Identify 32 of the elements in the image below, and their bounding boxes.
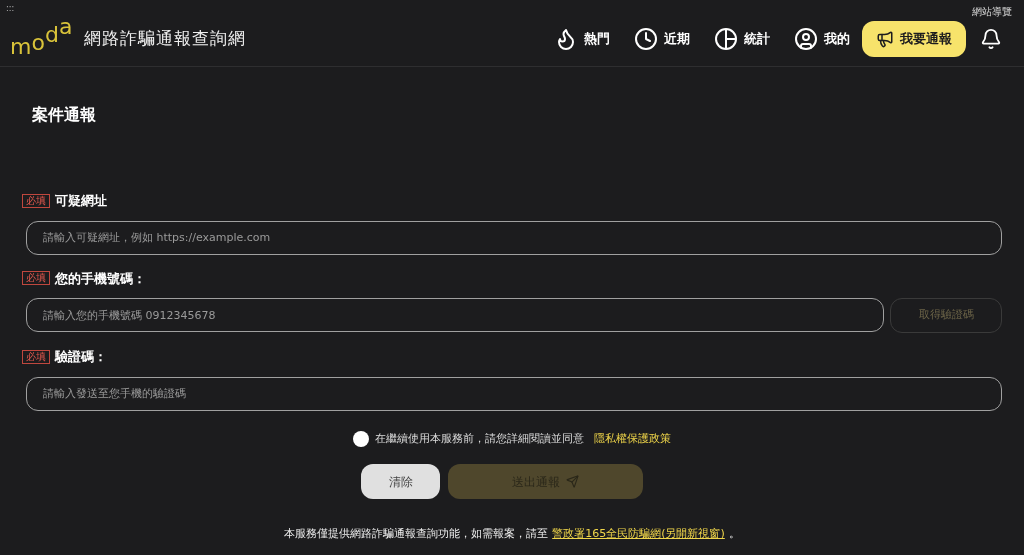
clear-button[interactable]: 清除 [361,464,440,499]
privacy-policy-link[interactable]: 隱私權保護政策 [594,430,671,447]
nav-link[interactable]: 統計 [714,27,770,51]
footer-text: 本服務僅提供網路詐騙通報查詢功能，如需報案，請至 [284,526,549,542]
footer-period: 。 [728,526,740,542]
field-label: 您的手機號碼： [55,269,146,288]
nav-link[interactable]: 熱門 [554,27,610,51]
field-label: 可疑網址 [55,192,107,210]
agreement-text: 在繼續使用本服務前，請您詳細閱讀並同意 [375,430,584,447]
nav-link[interactable]: 我的 [794,27,850,51]
megaphone-icon [876,30,894,48]
required-tag: 必填 [22,349,50,364]
pie-chart-icon [714,27,738,51]
field-label: 驗證碼： [55,348,107,366]
nav-link[interactable]: 近期 [634,27,690,51]
required-tag: 必填 [22,193,50,208]
page-title: 案件通報 [32,104,97,126]
input-field[interactable]: 請輸入您的手機號碼 0912345678 [26,298,884,332]
logo[interactable]: moda [10,22,73,56]
site-title: 網路詐騙通報查詢網 [84,27,247,51]
input-field[interactable]: 請輸入可疑網址，例如 https://example.com [26,220,1002,255]
clock-icon [634,27,658,51]
site-map-link[interactable]: 網站導覽 [972,4,1012,19]
agree-checkbox[interactable] [353,430,369,447]
report-button[interactable]: 我要通報 [862,21,966,57]
police-site-link[interactable]: 警政署165全民防騙網(另開新視窗) [552,526,725,543]
required-tag: 必填 [22,271,50,286]
send-icon [566,475,579,488]
user-icon [794,27,818,51]
menu-icon[interactable]: ::: [6,5,15,13]
bell-icon[interactable] [980,28,1002,50]
input-field[interactable]: 請輸入發送至您手機的驗證碼 [26,376,1002,411]
